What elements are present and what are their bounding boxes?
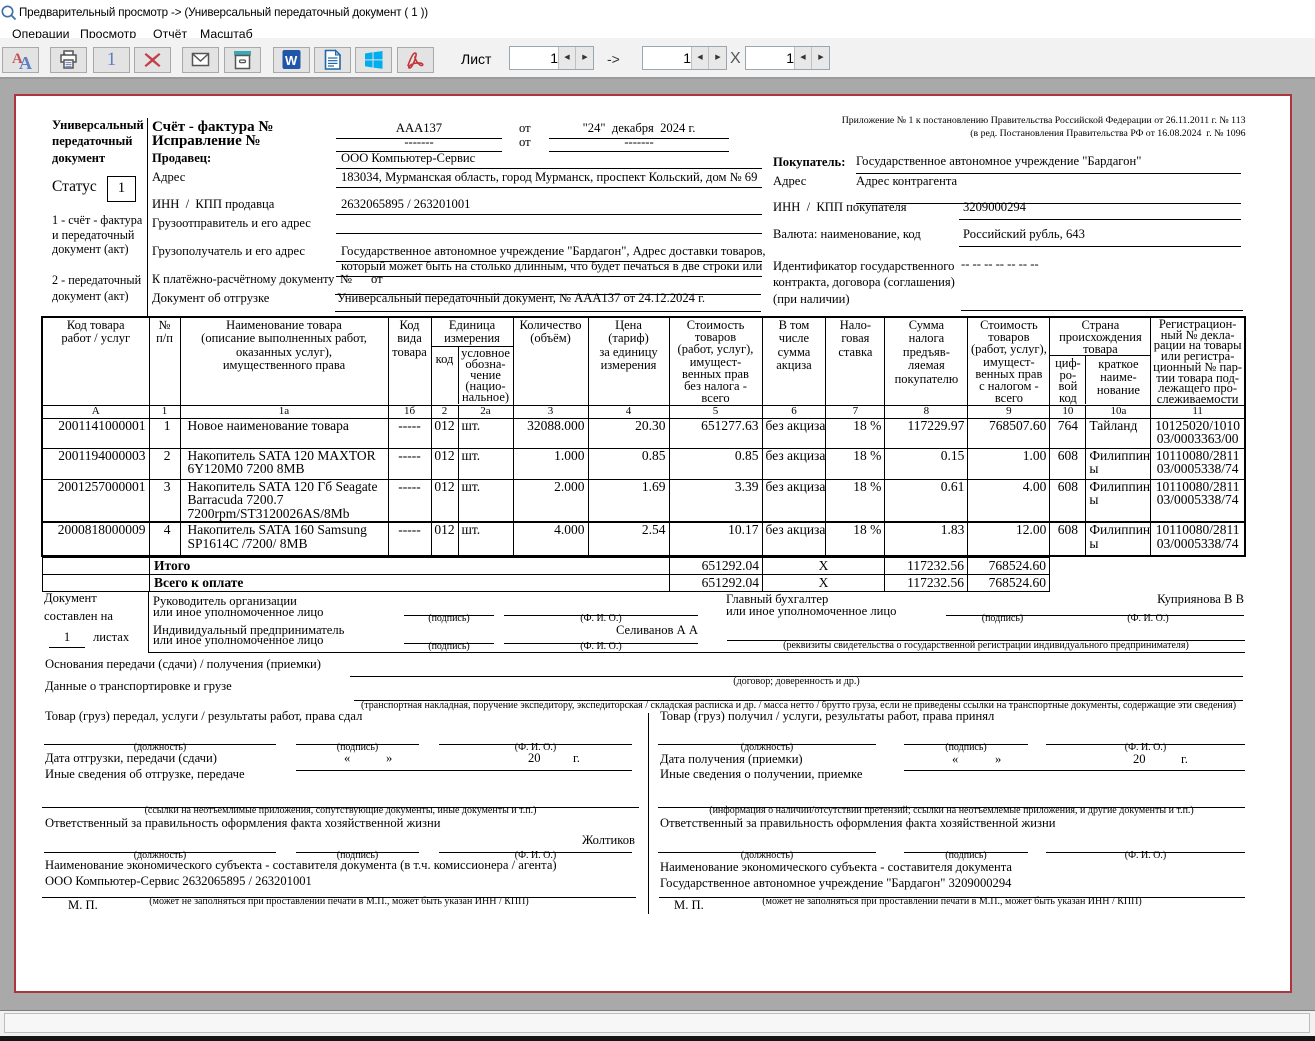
svg-text:A: A bbox=[19, 53, 32, 72]
svg-text:W: W bbox=[285, 53, 298, 68]
